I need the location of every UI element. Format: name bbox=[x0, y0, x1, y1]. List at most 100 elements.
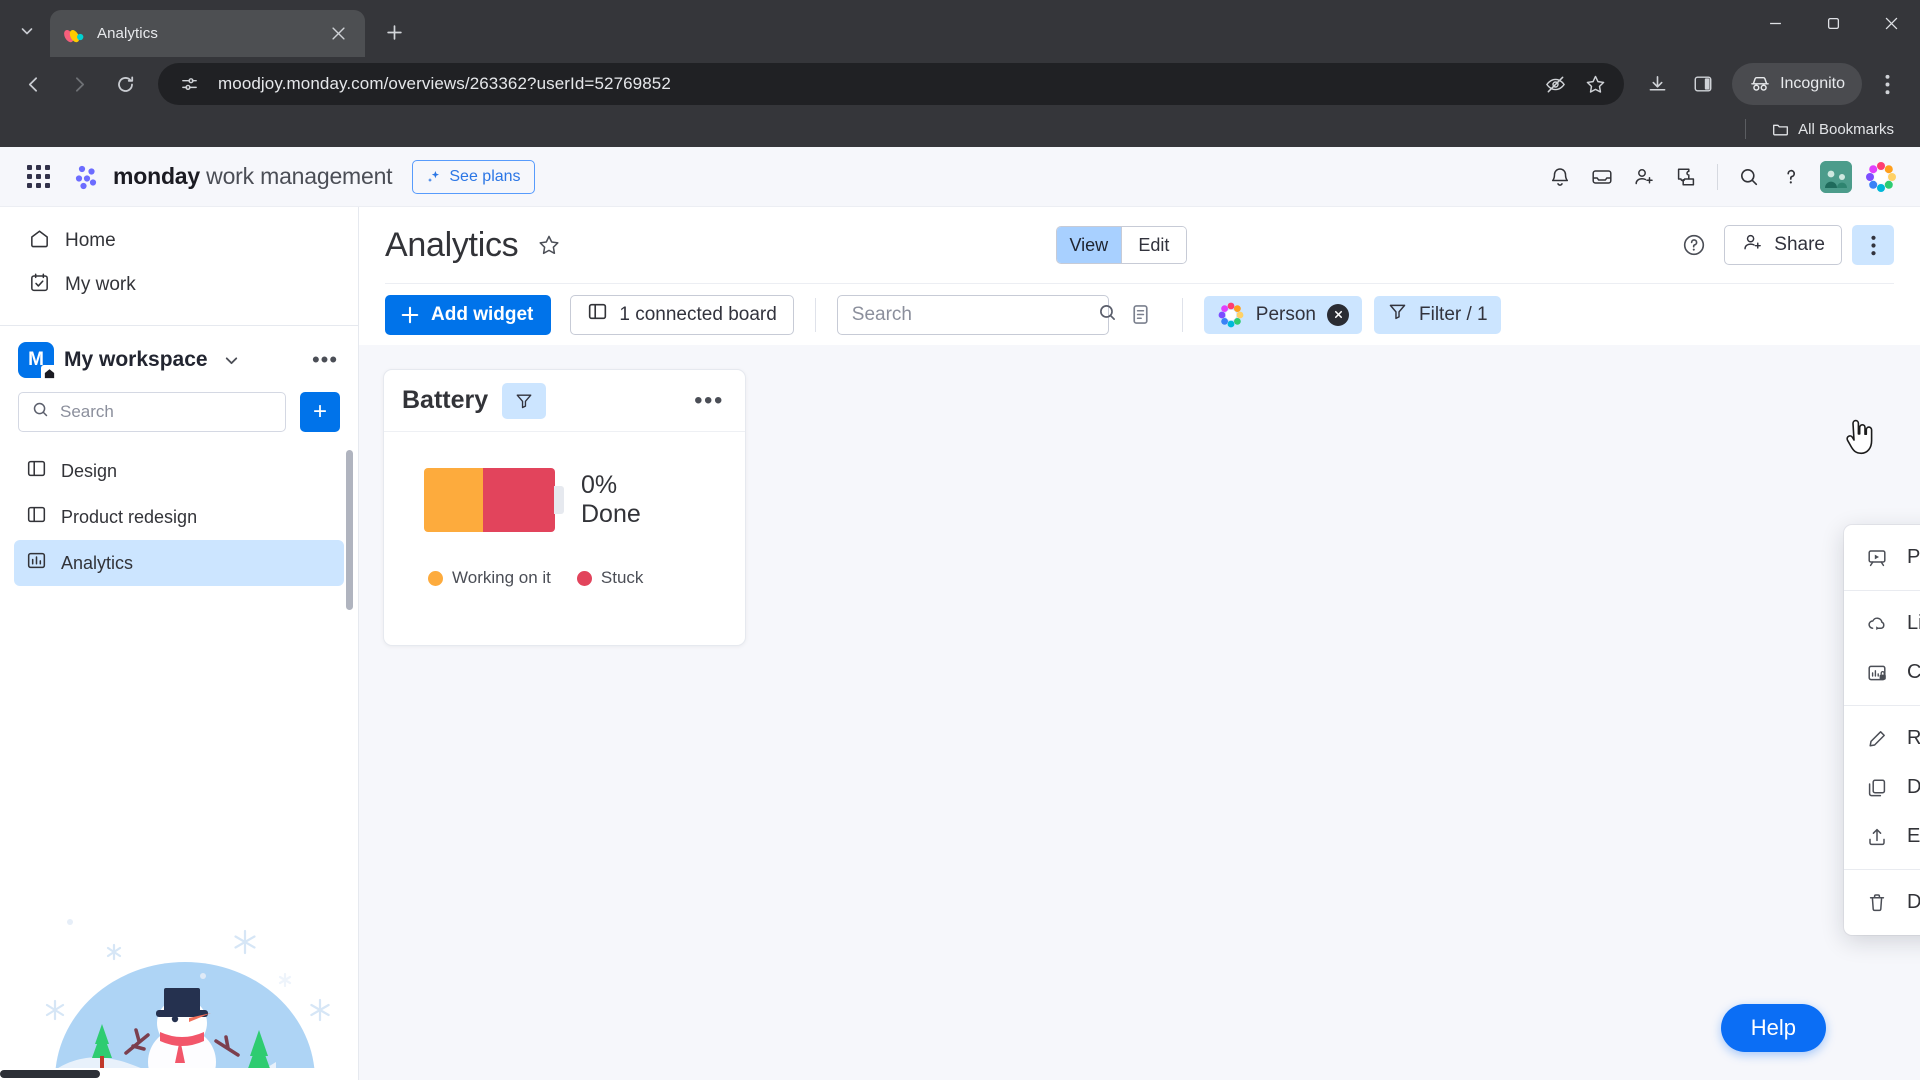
close-window-icon[interactable] bbox=[1862, 0, 1920, 47]
tab-view[interactable]: View bbox=[1056, 227, 1121, 263]
description-icon[interactable] bbox=[1121, 295, 1161, 335]
sidebar-item-analytics[interactable]: Analytics bbox=[14, 540, 344, 586]
sidebar-hscrollbar[interactable] bbox=[0, 1070, 100, 1078]
menu-item-rename[interactable]: Rename bbox=[1844, 714, 1920, 763]
remove-icon[interactable] bbox=[1327, 303, 1349, 326]
menu-item-label: Duplicate bbox=[1907, 776, 1920, 798]
menu-item-duplicate[interactable]: Duplicate bbox=[1844, 763, 1920, 812]
menu-item-label: Export to PDF bbox=[1907, 825, 1920, 847]
page-header-row: Analytics View Edit Share bbox=[385, 207, 1894, 283]
back-arrow-icon[interactable] bbox=[12, 63, 54, 105]
export-upload-icon bbox=[1864, 824, 1890, 850]
sidebar-scrollbar[interactable] bbox=[346, 450, 353, 610]
see-plans-button[interactable]: See plans bbox=[412, 159, 535, 194]
see-plans-label: See plans bbox=[449, 167, 521, 185]
bookmark-star-icon[interactable] bbox=[1578, 67, 1612, 101]
help-circle-icon[interactable] bbox=[1674, 225, 1714, 265]
folder-icon bbox=[1773, 124, 1789, 135]
minimize-icon[interactable] bbox=[1746, 0, 1804, 47]
product-avatar[interactable] bbox=[1820, 160, 1852, 193]
add-widget-button[interactable]: Add widget bbox=[385, 294, 552, 335]
add-person-icon bbox=[1741, 231, 1764, 260]
widget-header: Battery ••• bbox=[384, 370, 745, 432]
toolbar-divider bbox=[814, 297, 816, 332]
browser-menu-icon[interactable] bbox=[1866, 63, 1908, 105]
dashboard-canvas: Battery ••• 0% Done Working on it Stuck … bbox=[359, 345, 1920, 1080]
menu-item-change-type-to-private[interactable]: Change type to Private bbox=[1844, 648, 1920, 697]
side-panel-icon[interactable] bbox=[1682, 63, 1724, 105]
tab-edit[interactable]: Edit bbox=[1121, 227, 1186, 263]
notifications-bell-icon[interactable] bbox=[1539, 156, 1581, 198]
address-bar[interactable]: moodjoy.monday.com/overviews/263362?user… bbox=[158, 63, 1625, 105]
widget-more-options-icon[interactable]: ••• bbox=[691, 385, 727, 417]
filter-funnel-icon bbox=[516, 394, 532, 408]
sidebar-nav: Home My work bbox=[0, 207, 358, 317]
widget-filter-button[interactable] bbox=[502, 382, 547, 419]
sidebar-item-label: Product redesign bbox=[61, 506, 198, 527]
private-dashboard-lock-icon bbox=[1864, 660, 1890, 686]
account-avatar[interactable] bbox=[1864, 160, 1898, 194]
menu-item-export-to-pdf[interactable]: Export to PDF bbox=[1844, 812, 1920, 861]
incognito-indicator[interactable]: Incognito bbox=[1732, 63, 1862, 105]
dashboard-toolbar: Add widget 1 connected board Search Pers… bbox=[385, 283, 1894, 345]
battery-widget: Battery ••• 0% Done Working on it Stuck bbox=[383, 369, 746, 646]
help-button[interactable]: Help bbox=[1720, 1004, 1826, 1052]
browser-tab[interactable]: Analytics bbox=[50, 10, 365, 57]
app-body: Home My work M My workspace ••• Search +… bbox=[0, 207, 1920, 1080]
legend-item: Stuck bbox=[576, 568, 643, 588]
widget-legend: Working on it Stuck bbox=[384, 532, 745, 588]
reload-icon[interactable] bbox=[104, 63, 146, 105]
close-icon[interactable] bbox=[326, 21, 351, 46]
filter-pill[interactable]: Filter / 1 bbox=[1374, 295, 1501, 334]
apps-marketplace-icon[interactable] bbox=[1665, 156, 1707, 198]
share-button[interactable]: Share bbox=[1724, 225, 1842, 265]
view-edit-toggle: View Edit bbox=[1055, 226, 1187, 264]
workspace-selector[interactable]: M My workspace ••• bbox=[0, 326, 358, 386]
dashboard-options-menu: Present mode Live data On bbox=[1844, 525, 1920, 935]
inbox-icon[interactable] bbox=[1581, 156, 1623, 198]
tracking-protection-icon[interactable] bbox=[1538, 67, 1572, 101]
apps-grid-icon[interactable] bbox=[18, 157, 58, 197]
battery-percent: 0% bbox=[581, 471, 618, 500]
maximize-icon[interactable] bbox=[1804, 0, 1862, 47]
tab-search-button[interactable] bbox=[10, 14, 44, 48]
connected-board-button[interactable]: 1 connected board bbox=[570, 294, 794, 335]
tab-title: Analytics bbox=[97, 25, 158, 42]
sidebar-item-home[interactable]: Home bbox=[14, 219, 344, 263]
more-options-icon bbox=[1870, 235, 1876, 255]
sidebar-item-my-work[interactable]: My work bbox=[14, 263, 344, 307]
new-tab-button[interactable] bbox=[377, 15, 411, 49]
forward-arrow-icon[interactable] bbox=[58, 63, 100, 105]
legend-swatch bbox=[428, 570, 443, 586]
plus-icon: + bbox=[312, 398, 327, 425]
menu-item-delete[interactable]: Delete bbox=[1844, 878, 1920, 927]
sidebar-item-product-redesign[interactable]: Product redesign bbox=[14, 494, 344, 540]
workspace-more-options-icon[interactable]: ••• bbox=[310, 345, 340, 375]
add-board-button[interactable]: + bbox=[300, 392, 340, 432]
sidebar-item-label: Analytics bbox=[61, 552, 134, 573]
site-settings-icon[interactable] bbox=[172, 67, 206, 101]
workspace-name: My workspace bbox=[64, 348, 208, 371]
invite-member-icon[interactable] bbox=[1623, 156, 1665, 198]
brand[interactable]: monday work management bbox=[72, 162, 393, 192]
help-question-icon[interactable] bbox=[1770, 156, 1812, 198]
sidebar-search-input[interactable]: Search bbox=[18, 392, 286, 432]
person-filter-pill[interactable]: Person bbox=[1203, 295, 1362, 334]
bookmarks-bar: All Bookmarks bbox=[0, 111, 1920, 147]
search-input[interactable] bbox=[851, 303, 1097, 326]
sidebar-item-design[interactable]: Design bbox=[14, 448, 344, 494]
menu-item-present-mode[interactable]: Present mode bbox=[1844, 533, 1920, 582]
dashboard-search[interactable] bbox=[836, 294, 1115, 335]
chevron-down-icon[interactable] bbox=[218, 346, 246, 374]
window-controls bbox=[1746, 0, 1920, 47]
menu-item-live-data[interactable]: Live data On bbox=[1844, 599, 1920, 648]
battery-summary: 0% Done bbox=[581, 471, 641, 529]
legend-label: Working on it bbox=[452, 568, 551, 587]
all-bookmarks-button[interactable]: All Bookmarks bbox=[1764, 117, 1902, 142]
search-icon[interactable] bbox=[1728, 156, 1770, 198]
menu-item-label: Change type to Private bbox=[1907, 661, 1920, 683]
chevron-down-icon bbox=[21, 28, 33, 35]
favorite-star-icon[interactable] bbox=[530, 226, 568, 264]
dashboard-more-options-button[interactable] bbox=[1852, 225, 1894, 265]
downloads-icon[interactable] bbox=[1636, 63, 1678, 105]
